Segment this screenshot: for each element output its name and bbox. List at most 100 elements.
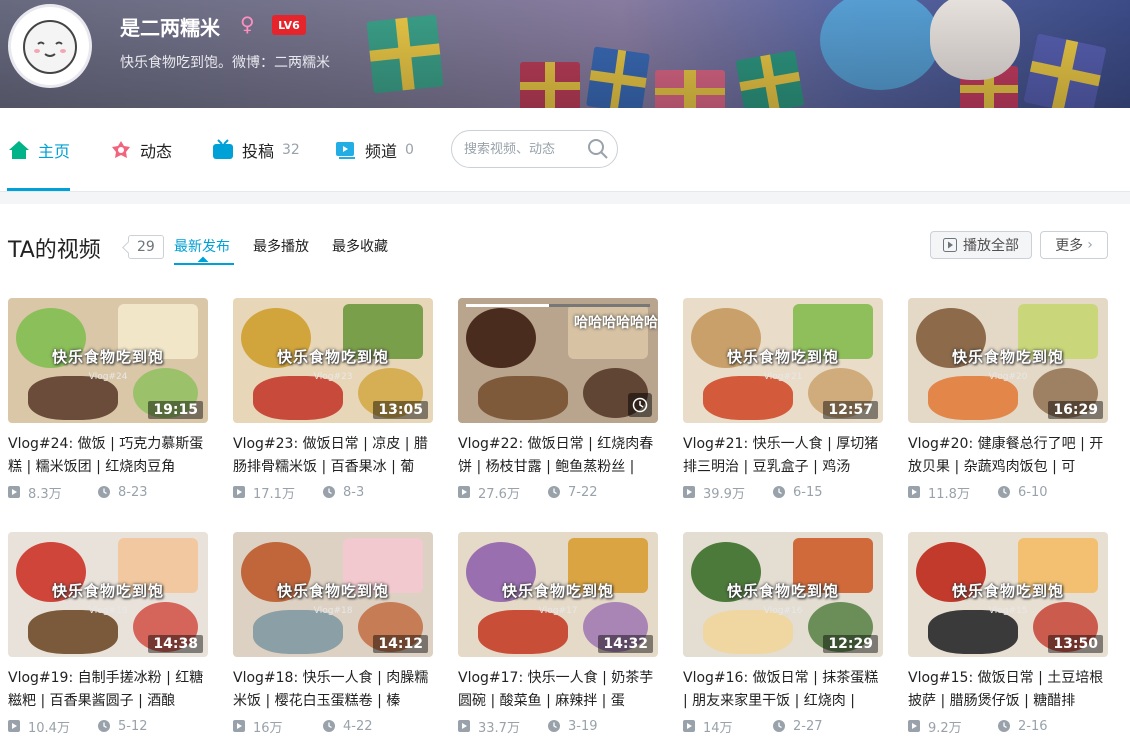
tab-channels[interactable]: 频道 0 xyxy=(335,138,414,162)
search-icon[interactable] xyxy=(587,138,609,160)
play-count-icon xyxy=(458,720,470,732)
sort-most-played[interactable]: 最多播放 xyxy=(253,236,309,256)
play-count-icon xyxy=(908,486,920,498)
play-count-icon xyxy=(683,720,695,732)
avatar[interactable] xyxy=(8,4,92,88)
thumbnail-vlog-mark: Vlog#23 xyxy=(313,372,353,382)
thumbnail-overlay-text: 快乐食物吃到饱 xyxy=(951,348,1064,366)
view-count: 14万 xyxy=(703,720,733,736)
publish-date: 8-23 xyxy=(118,484,148,500)
sort-most-favorited[interactable]: 最多收藏 xyxy=(332,236,388,256)
publish-date: 8-3 xyxy=(343,484,365,500)
video-card[interactable]: 快乐食物吃到饱 Vlog#24 19:15 Vlog#24: 做饭 | 巧克力慕斯蛋糕… xyxy=(8,298,208,502)
video-title[interactable]: Vlog#16: 做饭日常 | 抹茶蛋糕 | 朋友来家里干饭 | 红烧肉 | xyxy=(683,667,883,713)
sort-latest[interactable]: 最新发布 xyxy=(174,236,230,256)
thumbnail-vlog-mark: Vlog#20 xyxy=(988,372,1028,382)
video-card[interactable]: 快乐食物吃到饱 Vlog#18 14:12 Vlog#18: 快乐一人食 | 肉臊糯米… xyxy=(233,532,433,736)
thumbnail-overlay-text: 哈哈哈哈哈哈 xyxy=(574,315,658,331)
play-all-button[interactable]: 播放全部 xyxy=(930,231,1032,259)
tab-active-indicator xyxy=(7,188,70,191)
publish-date: 6-10 xyxy=(1018,484,1048,500)
video-meta: 9.2万 2-16 xyxy=(908,717,1108,736)
video-title[interactable]: Vlog#24: 做饭 | 巧克力慕斯蛋糕 | 糯米饭团 | 红烧肉豆角 xyxy=(8,433,208,479)
publish-date: 7-22 xyxy=(568,484,598,500)
video-thumbnail[interactable]: 哈哈哈哈哈哈 xyxy=(458,298,658,423)
tab-home-label: 主页 xyxy=(38,142,71,161)
video-title[interactable]: Vlog#23: 做饭日常 | 凉皮 | 腊肠排骨糯米饭 | 百香果冰 | 葡 xyxy=(233,433,433,479)
clock-icon xyxy=(323,486,335,498)
video-thumbnail[interactable]: 快乐食物吃到饱 Vlog#23 13:05 xyxy=(233,298,433,423)
gender-female-icon: ♀ xyxy=(240,12,255,36)
thumbnail-overlay-text: 快乐食物吃到饱 xyxy=(951,582,1064,600)
watch-later-icon[interactable] xyxy=(628,393,652,417)
video-card[interactable]: 快乐食物吃到饱 Vlog#16 12:29 Vlog#16: 做饭日常 | 抹茶蛋糕 … xyxy=(683,532,883,736)
play-count-icon xyxy=(233,486,245,498)
tab-home[interactable]: 主页 xyxy=(8,138,70,162)
video-duration: 13:50 xyxy=(1048,635,1103,653)
signature: 快乐食物吃到饱。微博：二两糯米 xyxy=(120,55,330,71)
tab-posts-count: 32 xyxy=(282,142,300,158)
video-meta: 33.7万 3-19 xyxy=(458,717,658,736)
thumbnail-overlay-text: 快乐食物吃到饱 xyxy=(51,582,164,600)
video-card[interactable]: 哈哈哈哈哈哈 Vlog#22: 做饭日常 | 红烧肉春饼 | 杨枝甘露 | 鲍鱼蒸… xyxy=(458,298,658,502)
video-card[interactable]: 快乐食物吃到饱 Vlog#19 14:38 Vlog#19: 自制手搓冰粉 | 红糖糍… xyxy=(8,532,208,736)
publish-date: 2-16 xyxy=(1018,718,1048,734)
video-title[interactable]: Vlog#17: 快乐一人食 | 奶茶芋圆碗 | 酸菜鱼 | 麻辣拌 | 蛋 xyxy=(458,667,658,713)
video-meta: 14万 2-27 xyxy=(683,717,883,736)
video-thumbnail[interactable]: 快乐食物吃到饱 Vlog#17 14:32 xyxy=(458,532,658,657)
clock-icon xyxy=(773,720,785,732)
search-box xyxy=(451,130,618,168)
video-card[interactable]: 快乐食物吃到饱 Vlog#17 14:32 Vlog#17: 快乐一人食 | 奶茶芋圆… xyxy=(458,532,658,736)
view-count: 10.4万 xyxy=(28,720,70,736)
video-meta: 11.8万 6-10 xyxy=(908,483,1108,502)
video-thumbnail[interactable]: 快乐食物吃到饱 Vlog#18 14:12 xyxy=(233,532,433,657)
video-title[interactable]: Vlog#20: 健康餐总行了吧 | 开放贝果 | 杂蔬鸡肉饭包 | 可 xyxy=(908,433,1108,479)
thumbnail-overlay-text: 快乐食物吃到饱 xyxy=(501,582,614,600)
view-count: 17.1万 xyxy=(253,486,295,502)
video-title[interactable]: Vlog#15: 做饭日常 | 土豆培根披萨 | 腊肠煲仔饭 | 糖醋排 xyxy=(908,667,1108,713)
thumbnail-vlog-mark: Vlog#24 xyxy=(88,372,128,382)
video-meta: 8.3万 8-23 xyxy=(8,483,208,502)
view-count: 9.2万 xyxy=(928,720,962,736)
video-card[interactable]: 快乐食物吃到饱 Vlog#23 13:05 Vlog#23: 做饭日常 | 凉皮 | … xyxy=(233,298,433,502)
tab-posts-label: 投稿 xyxy=(242,142,275,161)
tab-dynamic[interactable]: 动态 xyxy=(110,138,172,162)
video-duration: 14:32 xyxy=(598,635,653,653)
video-thumbnail[interactable]: 快乐食物吃到饱 Vlog#20 16:29 xyxy=(908,298,1108,423)
video-title[interactable]: Vlog#21: 快乐一人食 | 厚切猪排三明治 | 豆乳盒子 | 鸡汤 xyxy=(683,433,883,479)
video-card[interactable]: 快乐食物吃到饱 Vlog#20 16:29 Vlog#20: 健康餐总行了吧 | 开放… xyxy=(908,298,1108,502)
publish-date: 4-22 xyxy=(343,718,373,734)
video-thumbnail[interactable]: 快乐食物吃到饱 Vlog#24 19:15 xyxy=(8,298,208,423)
view-count: 27.6万 xyxy=(478,486,520,502)
video-duration: 19:15 xyxy=(148,401,203,419)
publish-date: 3-19 xyxy=(568,718,598,734)
thumbnail-overlay-text: 快乐食物吃到饱 xyxy=(51,348,164,366)
home-icon xyxy=(9,141,29,159)
clock-icon xyxy=(548,486,560,498)
clock-icon xyxy=(98,486,110,498)
video-duration: 12:57 xyxy=(823,401,878,419)
tab-posts[interactable]: 投稿 32 xyxy=(212,138,300,162)
video-title[interactable]: Vlog#22: 做饭日常 | 红烧肉春饼 | 杨枝甘露 | 鲍鱼蒸粉丝 | xyxy=(458,433,658,479)
search-input[interactable] xyxy=(464,141,584,157)
video-thumbnail[interactable]: 快乐食物吃到饱 Vlog#16 12:29 xyxy=(683,532,883,657)
thumbnail-vlog-mark: Vlog#17 xyxy=(538,606,578,616)
thumbnail-vlog-mark: Vlog#18 xyxy=(313,606,353,616)
video-count-badge: 29 xyxy=(128,235,164,259)
section-title: TA的视频 xyxy=(8,238,101,263)
avatar-face-icon xyxy=(23,20,77,74)
video-card[interactable]: 快乐食物吃到饱 Vlog#15 13:50 Vlog#15: 做饭日常 | 土豆培根披… xyxy=(908,532,1108,736)
video-thumbnail[interactable]: 快乐食物吃到饱 Vlog#21 12:57 xyxy=(683,298,883,423)
video-meta: 16万 4-22 xyxy=(233,717,433,736)
video-card[interactable]: 快乐食物吃到饱 Vlog#21 12:57 Vlog#21: 快乐一人食 | 厚切猪排… xyxy=(683,298,883,502)
video-title[interactable]: Vlog#18: 快乐一人食 | 肉臊糯米饭 | 樱花白玉蛋糕卷 | 榛 xyxy=(233,667,433,713)
level-badge: LV6 xyxy=(272,15,306,35)
video-thumbnail[interactable]: 快乐食物吃到饱 Vlog#15 13:50 xyxy=(908,532,1108,657)
clock-icon xyxy=(548,720,560,732)
thumbnail-vlog-mark: Vlog#16 xyxy=(763,606,803,616)
play-count-icon xyxy=(908,720,920,732)
progress-bar xyxy=(466,304,650,307)
video-title[interactable]: Vlog#19: 自制手搓冰粉 | 红糖糍粑 | 百香果酱圆子 | 酒酿 xyxy=(8,667,208,713)
video-thumbnail[interactable]: 快乐食物吃到饱 Vlog#19 14:38 xyxy=(8,532,208,657)
more-button[interactable]: 更多 › xyxy=(1040,231,1108,259)
